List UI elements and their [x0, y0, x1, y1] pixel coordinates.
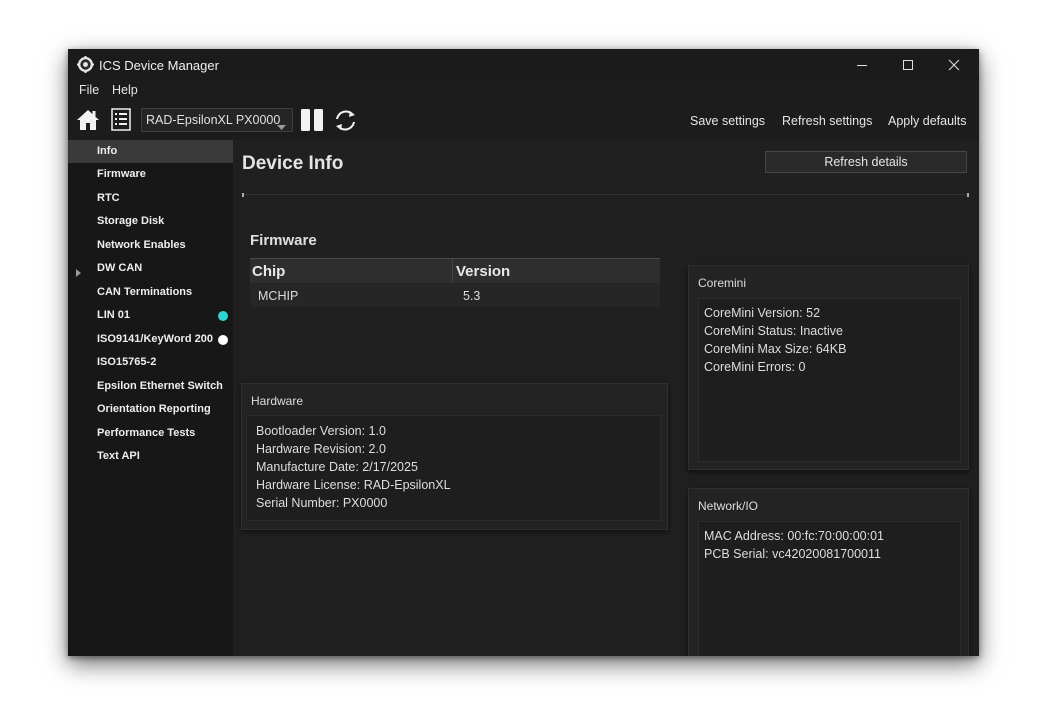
divider-endcap — [242, 193, 244, 197]
bootloader-version: Bootloader Version: 1.0 — [256, 424, 386, 438]
sidebar-item-label: ISO15765-2 — [97, 356, 157, 368]
lin-status-dot — [218, 311, 228, 321]
hardware-revision: Hardware Revision: 2.0 — [256, 442, 386, 456]
sidebar-item-label: DW CAN — [97, 262, 143, 274]
device-select[interactable]: RAD-EpsilonXL PX0000 — [141, 108, 293, 132]
divider-endcap — [967, 193, 969, 197]
hardware-group-title: Hardware — [251, 394, 304, 408]
mac-address: MAC Address: 00:fc:70:00:00:01 — [704, 529, 884, 543]
gear-app-icon — [77, 56, 94, 73]
list-icon[interactable] — [111, 108, 131, 136]
hardware-details: Bootloader Version: 1.0 Hardware Revisio… — [246, 415, 661, 521]
column-header-version[interactable]: Version — [456, 263, 510, 280]
network-io-group: Network/IO MAC Address: 00:fc:70:00:00:0… — [688, 488, 969, 656]
menu-bar: File Help — [68, 80, 979, 102]
sidebar-item-dw-can[interactable]: DW CAN — [68, 257, 233, 280]
table-row[interactable]: MCHIP 5.3 — [250, 283, 660, 307]
sidebar-item-text-api[interactable]: Text API — [68, 445, 233, 468]
sidebar-item-label: RTC — [97, 192, 120, 204]
sidebar-item-orientation-reporting[interactable]: Orientation Reporting — [68, 398, 233, 421]
chevron-down-icon — [277, 118, 286, 136]
coremini-max-size: CoreMini Max Size: 64KB — [704, 342, 847, 356]
sidebar-item-label: Firmware — [97, 168, 146, 180]
minimize-button[interactable] — [839, 49, 885, 80]
coremini-group: Coremini CoreMini Version: 52 CoreMini S… — [688, 265, 969, 470]
table-cell-chip: MCHIP — [258, 289, 299, 303]
maximize-button[interactable] — [885, 49, 931, 80]
menu-help[interactable]: Help — [112, 83, 138, 97]
sidebar-item-lin-01[interactable]: LIN 01 — [68, 304, 233, 327]
iso9141-status-dot — [218, 335, 228, 345]
sidebar-item-rtc[interactable]: RTC — [68, 187, 233, 210]
refresh-icon[interactable] — [333, 108, 358, 138]
coremini-details: CoreMini Version: 52 CoreMini Status: In… — [698, 298, 961, 462]
close-button[interactable] — [931, 49, 977, 80]
sidebar-item-label: Epsilon Ethernet Switch — [97, 380, 223, 392]
sidebar-item-info[interactable]: Info — [68, 140, 233, 163]
hardware-license: Hardware License: RAD-EpsilonXL — [256, 478, 451, 492]
sidebar-item-performance-tests[interactable]: Performance Tests — [68, 422, 233, 445]
column-divider — [452, 259, 453, 284]
sidebar-item-label: CAN Terminations — [97, 286, 193, 298]
main-content: Device Info Refresh details Firmware Chi… — [233, 140, 979, 656]
device-select-value: RAD-EpsilonXL PX0000 — [146, 113, 281, 127]
network-io-group-title: Network/IO — [698, 499, 759, 513]
sidebar-item-iso15765[interactable]: ISO15765-2 — [68, 351, 233, 374]
sidebar-item-epsilon-ethernet-switch[interactable]: Epsilon Ethernet Switch — [68, 375, 233, 398]
sidebar-item-iso9141[interactable]: ISO9141/KeyWord 200 — [68, 328, 233, 351]
serial-number: Serial Number: PX0000 — [256, 496, 388, 510]
sidebar-item-label: Orientation Reporting — [97, 403, 211, 415]
sidebar-item-network-enables[interactable]: Network Enables — [68, 234, 233, 257]
refresh-details-button[interactable]: Refresh details — [765, 151, 967, 173]
sidebar-item-label: Storage Disk — [97, 215, 165, 227]
page-title: Device Info — [242, 153, 344, 174]
sidebar-item-label: Info — [97, 145, 118, 157]
sidebar-item-label: LIN 01 — [97, 309, 131, 321]
home-icon[interactable] — [76, 108, 100, 137]
pause-icon[interactable] — [300, 108, 324, 137]
chevron-right-icon[interactable] — [76, 264, 81, 282]
sidebar-item-can-terminations[interactable]: CAN Terminations — [68, 281, 233, 304]
window-title: ICS Device Manager — [99, 58, 219, 73]
sidebar: Info Firmware RTC Storage Disk Network E… — [68, 140, 233, 656]
sidebar-item-firmware[interactable]: Firmware — [68, 163, 233, 186]
manufacture-date: Manufacture Date: 2/17/2025 — [256, 460, 418, 474]
coremini-errors: CoreMini Errors: 0 — [704, 360, 806, 374]
sidebar-item-label: ISO9141/KeyWord 200 — [97, 333, 213, 345]
refresh-settings-button[interactable]: Refresh settings — [782, 114, 872, 128]
save-settings-button[interactable]: Save settings — [690, 114, 765, 128]
network-io-details: MAC Address: 00:fc:70:00:00:01 PCB Seria… — [698, 521, 961, 656]
coremini-version: CoreMini Version: 52 — [704, 306, 821, 320]
sidebar-item-storage-disk[interactable]: Storage Disk — [68, 210, 233, 233]
title-bar[interactable]: ICS Device Manager — [68, 49, 979, 80]
menu-file[interactable]: File — [79, 83, 99, 97]
toolbar: RAD-EpsilonXL PX0000 Save settings Refre… — [68, 102, 979, 140]
coremini-group-title: Coremini — [698, 276, 747, 290]
apply-defaults-button[interactable]: Apply defaults — [888, 114, 967, 128]
app-window: ICS Device Manager File Help RAD-Epsilon… — [68, 49, 979, 656]
sidebar-item-label: Performance Tests — [97, 427, 196, 439]
table-cell-version: 5.3 — [463, 289, 481, 303]
pcb-serial: PCB Serial: vc42020081700011 — [704, 547, 881, 561]
coremini-status: CoreMini Status: Inactive — [704, 324, 843, 338]
sidebar-item-label: Network Enables — [97, 239, 186, 251]
hardware-group: Hardware Bootloader Version: 1.0 Hardwar… — [241, 383, 668, 530]
sidebar-item-label: Text API — [97, 450, 140, 462]
column-header-chip[interactable]: Chip — [252, 263, 285, 280]
divider — [242, 194, 969, 195]
firmware-section-title: Firmware — [250, 232, 317, 249]
table-header: Chip Version — [250, 258, 660, 284]
